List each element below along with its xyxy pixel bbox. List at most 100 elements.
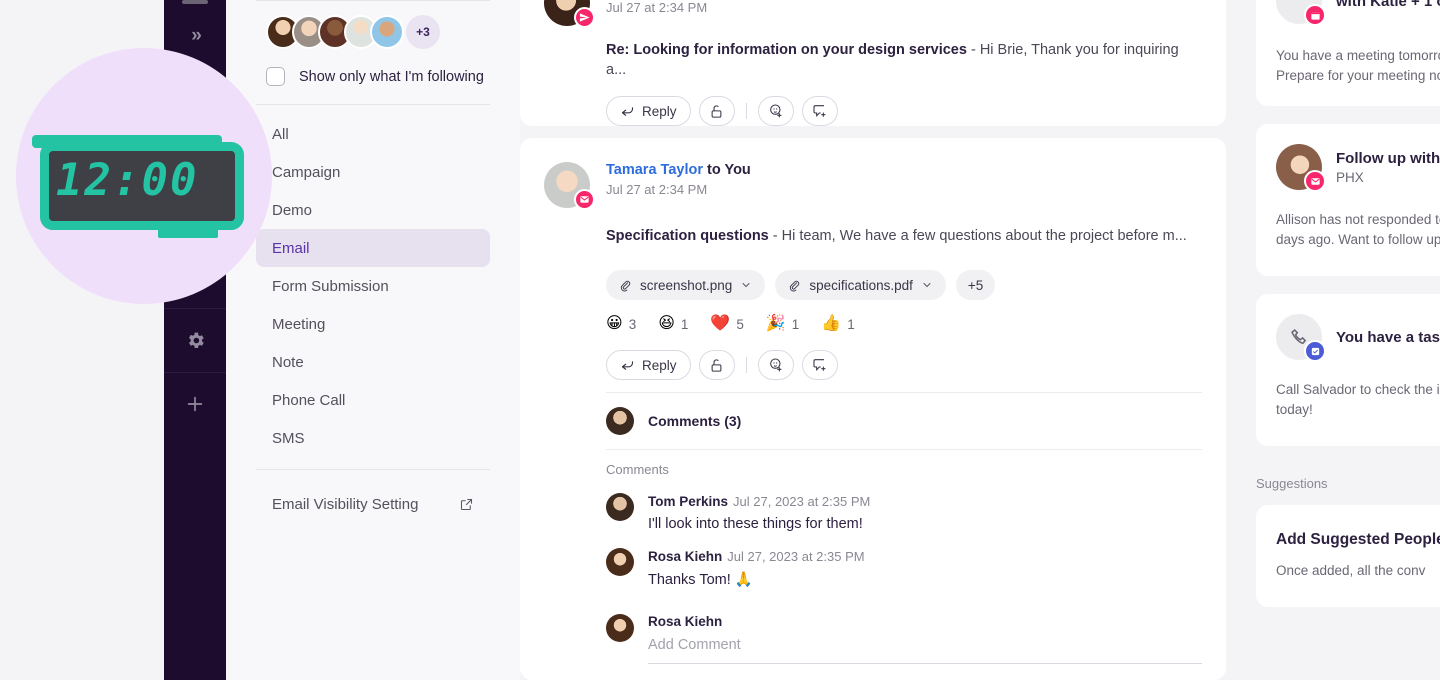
- visibility-lock-button[interactable]: [698, 350, 735, 380]
- nav-item-demo[interactable]: Demo: [256, 191, 490, 229]
- add-comment-button[interactable]: [801, 350, 838, 380]
- reaction-list: 😀 3 😆 1 ❤️ 5 🎉 1 👍 1: [544, 300, 1202, 332]
- insight-card-task[interactable]: You have a tas Call Salvador to check th…: [1256, 294, 1440, 446]
- action-separator: [745, 357, 747, 373]
- reaction-emoji: 😆: [658, 315, 675, 332]
- nav-label: Demo: [272, 201, 313, 219]
- nav-label: Email: [272, 239, 310, 257]
- unlock-icon: [711, 104, 722, 118]
- avatar-overflow-count[interactable]: +3: [406, 15, 440, 49]
- insight-body: Allison has not responded to days ago. Wa…: [1276, 212, 1440, 247]
- reply-button[interactable]: Reply: [606, 350, 691, 380]
- email-icon: [580, 196, 589, 203]
- nav-label: Note: [272, 353, 304, 371]
- add-button[interactable]: [164, 372, 226, 436]
- reply-label: Reply: [642, 357, 677, 373]
- attachment-overflow-count[interactable]: +5: [955, 270, 996, 300]
- chevron-down-icon[interactable]: [740, 279, 752, 291]
- insight-title: with Katie + 1 o: [1336, 0, 1440, 10]
- email-visibility-setting-link[interactable]: Email Visibility Setting: [256, 482, 490, 526]
- visibility-lock-button[interactable]: [698, 96, 735, 126]
- nav-label: Phone Call: [272, 391, 346, 409]
- reaction-emoji: 🎉: [765, 315, 786, 332]
- sender-avatar-wrap: [544, 0, 595, 28]
- insight-title: You have a tas: [1336, 328, 1440, 346]
- suggestion-body: Once added, all the conv: [1276, 563, 1426, 578]
- message-subject-row[interactable]: Specification questions - Hi team, We ha…: [544, 208, 1202, 246]
- show-following-label: Show only what I'm following: [299, 68, 484, 85]
- reply-button[interactable]: Reply: [606, 96, 691, 126]
- chevron-double-right-icon: »: [191, 25, 201, 46]
- insight-body: You have a meeting tomorrow Prepare for y…: [1276, 48, 1440, 83]
- nav-label: Form Submission: [272, 277, 389, 295]
- attachment-chip[interactable]: screenshot.png: [606, 270, 766, 300]
- avatar[interactable]: [606, 493, 634, 521]
- nav-item-all[interactable]: All: [256, 115, 490, 153]
- nav-item-meeting[interactable]: Meeting: [256, 305, 490, 343]
- insight-title: Follow up with: [1336, 149, 1440, 167]
- attachment-name: screenshot.png: [640, 277, 733, 293]
- comment-text: Thanks Tom! 🙏: [648, 572, 753, 588]
- insight-card-followup[interactable]: Follow up with PHX Allison has not respo…: [1256, 124, 1440, 276]
- comment-author[interactable]: Rosa Kiehn: [648, 549, 722, 564]
- nav-item-sms[interactable]: SMS: [256, 419, 490, 457]
- message-subject: Re: Looking for information on your desi…: [606, 42, 967, 58]
- sender-name[interactable]: Tamara Taylor: [606, 162, 703, 178]
- nav-item-form-submission[interactable]: Form Submission: [256, 267, 490, 305]
- paperclip-icon: [620, 280, 631, 291]
- nav-item-email[interactable]: Email: [256, 229, 490, 267]
- insights-panel: with Katie + 1 o You have a meeting tomo…: [1226, 0, 1440, 680]
- unlock-icon: [711, 358, 722, 372]
- avatar: [606, 614, 634, 642]
- collapse-sidebar-button[interactable]: »: [164, 4, 226, 68]
- message-actions: Reply: [544, 332, 1202, 392]
- message-card: You to Brie Barnes Jul 27 at 2:34 PM Re:…: [520, 0, 1226, 126]
- add-reaction-icon: [769, 104, 782, 118]
- email-visibility-setting-label: Email Visibility Setting: [272, 495, 419, 513]
- reaction-item[interactable]: 😀 3: [606, 316, 636, 332]
- settings-button[interactable]: [164, 308, 226, 372]
- reaction-item[interactable]: 😆 1: [658, 316, 688, 332]
- reaction-item[interactable]: ❤️ 5: [710, 316, 743, 332]
- comment-composer: Rosa Kiehn Add Comment: [606, 598, 1202, 674]
- show-following-row[interactable]: Show only what I'm following: [256, 55, 490, 104]
- insight-subtitle: PHX: [1336, 169, 1364, 185]
- comments-count-label: Comments (3): [648, 413, 742, 429]
- email-icon-badge: [574, 189, 595, 210]
- add-reaction-button[interactable]: [757, 96, 794, 126]
- insight-card-meeting[interactable]: with Katie + 1 o You have a meeting tomo…: [1256, 0, 1440, 106]
- comment-author[interactable]: Tom Perkins: [648, 494, 728, 509]
- avatar: [606, 407, 634, 435]
- reaction-count: 3: [628, 316, 637, 332]
- attachment-chip[interactable]: specifications.pdf: [775, 270, 946, 300]
- suggestion-title: Add Suggested People: [1276, 531, 1440, 548]
- add-comment-button[interactable]: [801, 96, 838, 126]
- nav-item-phone-call[interactable]: Phone Call: [256, 381, 490, 419]
- reaction-item[interactable]: 🎉 1: [766, 316, 799, 332]
- suggestion-card-add-people[interactable]: Add Suggested People Once added, all the…: [1256, 505, 1440, 607]
- insight-avatar-wrap: [1276, 314, 1326, 362]
- calendar-icon: [1310, 11, 1320, 20]
- comment-text: I'll look into these things for them!: [648, 516, 863, 532]
- attachment-name: specifications.pdf: [809, 277, 913, 293]
- comments-summary[interactable]: Comments (3): [606, 392, 1202, 449]
- reaction-count: 1: [791, 316, 800, 332]
- participant-avatar-stack[interactable]: +3: [256, 1, 490, 55]
- nav-item-note[interactable]: Note: [256, 343, 490, 381]
- reaction-item[interactable]: 👍 1: [821, 316, 854, 332]
- reaction-count: 1: [847, 316, 855, 332]
- email-icon-badge: [1304, 170, 1326, 192]
- message-subject-row[interactable]: Re: Looking for information on your desi…: [544, 26, 1202, 80]
- nav-item-campaign[interactable]: Campaign: [256, 153, 490, 191]
- chevron-down-icon[interactable]: [921, 279, 933, 291]
- avatar[interactable]: [606, 548, 634, 576]
- show-following-checkbox[interactable]: [266, 67, 285, 86]
- message-subject: Specification questions: [606, 228, 769, 244]
- left-nav-rail: »: [164, 0, 226, 680]
- add-comment-input[interactable]: Add Comment: [648, 637, 1202, 664]
- message-parties: Tamara Taylor to You: [606, 162, 751, 178]
- action-separator: [745, 103, 747, 119]
- avatar[interactable]: [370, 15, 404, 49]
- add-reaction-button[interactable]: [757, 350, 794, 380]
- activity-type-nav: All Campaign Demo Email Form Submission …: [256, 105, 490, 457]
